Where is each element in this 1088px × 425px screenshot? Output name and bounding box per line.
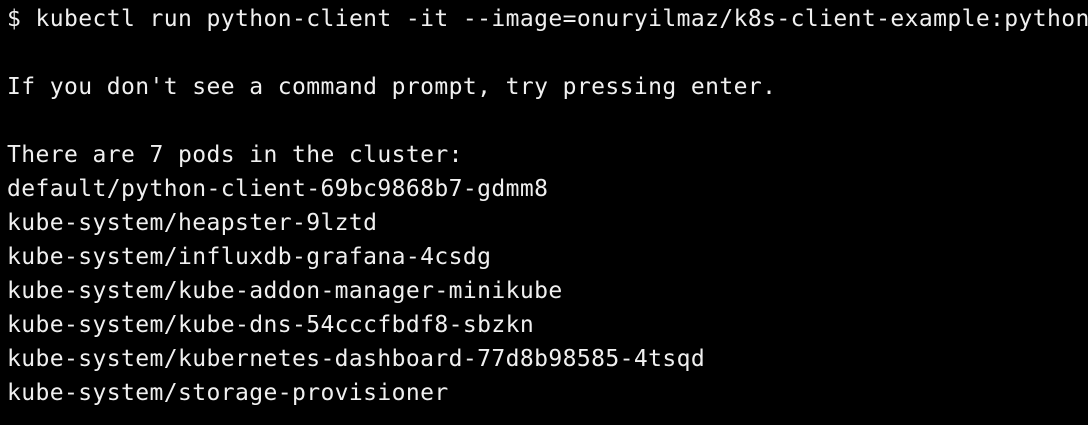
- command-text: kubectl run python-client -it --image=on…: [35, 6, 1088, 32]
- pod-line: kube-system/kube-addon-manager-minikube: [7, 278, 563, 304]
- pod-line: kube-system/kubernetes-dashboard-77d8b98…: [7, 346, 706, 372]
- command-line: $ kubectl run python-client -it --image=…: [7, 2, 1088, 36]
- terminal-window[interactable]: $ kubectl run python-client -it --image=…: [0, 0, 1088, 425]
- pod-line: kube-system/storage-provisioner: [7, 380, 449, 406]
- pod-line: kube-system/kube-dns-54cccfbdf8-sbzkn: [7, 312, 535, 338]
- prompt-symbol: $: [7, 6, 22, 32]
- pod-line: kube-system/influxdb-grafana-4csdg: [7, 244, 492, 270]
- pod-line: default/python-client-69bc9868b7-gdmm8: [7, 176, 549, 202]
- notice-line: If you don't see a command prompt, try p…: [7, 74, 777, 100]
- summary-line: There are 7 pods in the cluster:: [7, 142, 463, 168]
- pod-line: kube-system/heapster-9lztd: [7, 210, 378, 236]
